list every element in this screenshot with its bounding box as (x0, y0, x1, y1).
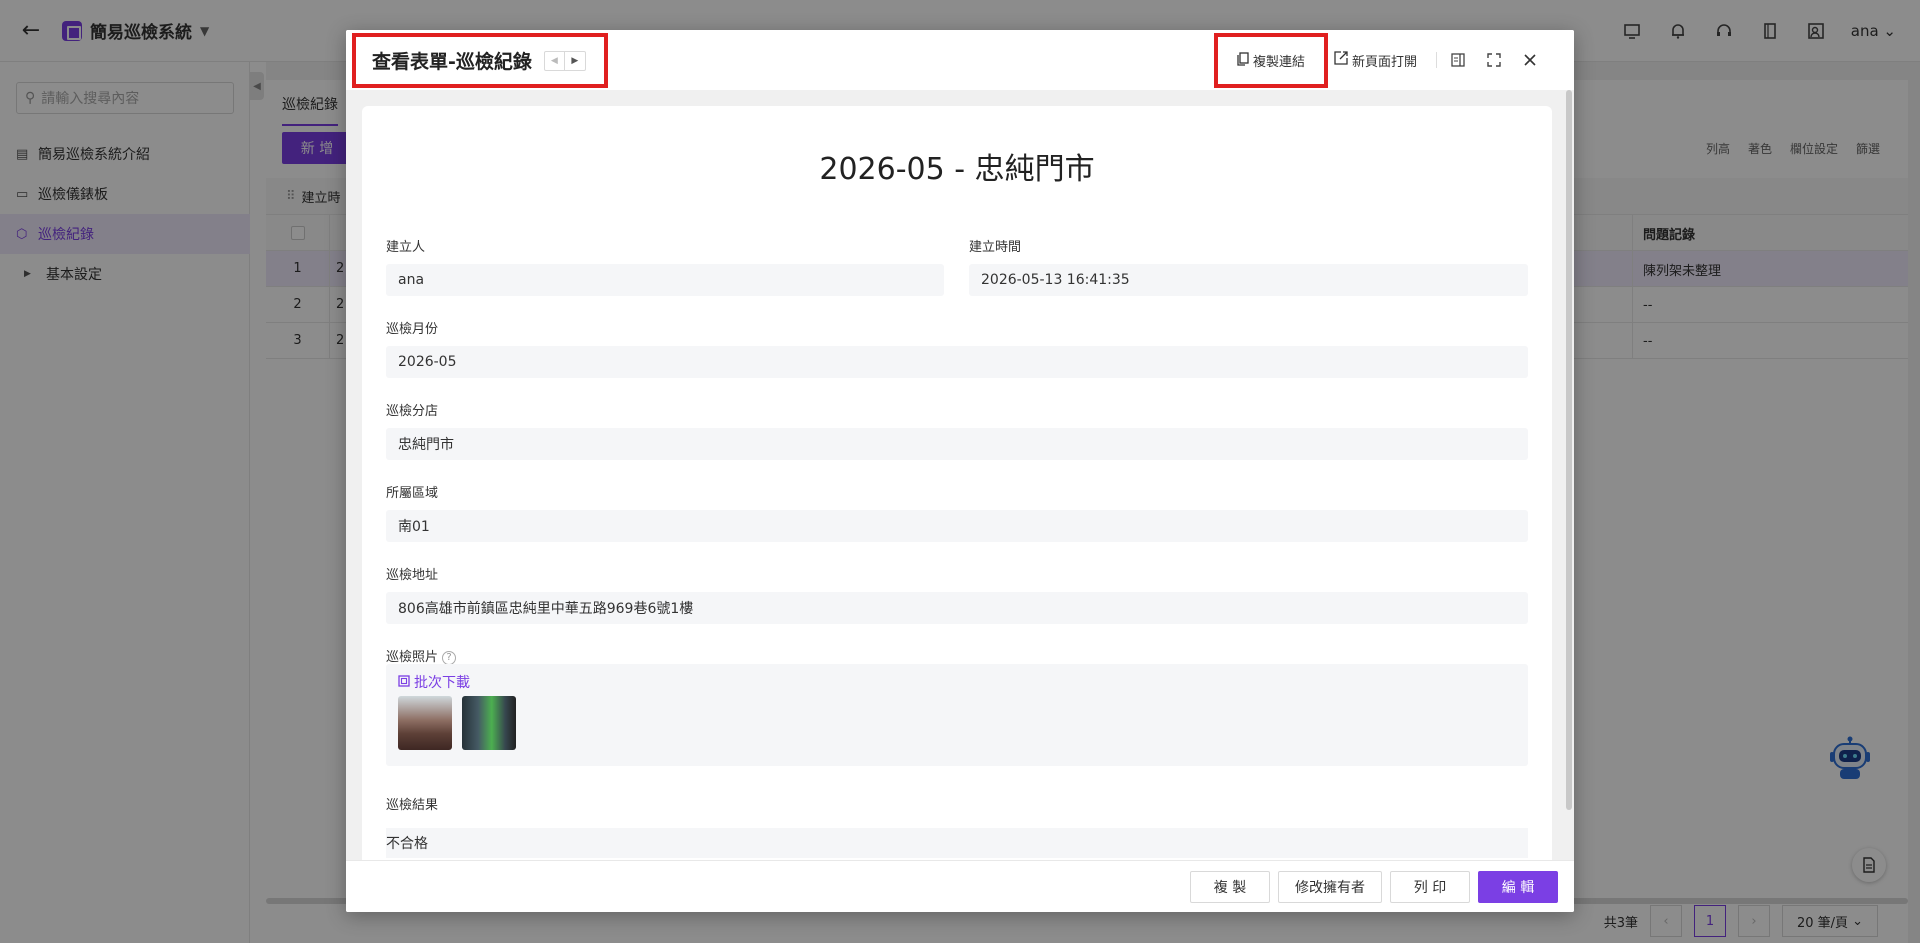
close-icon[interactable] (1518, 30, 1542, 90)
batch-download-label: 批次下載 (414, 675, 470, 691)
photos-label: 巡檢照片 (386, 650, 439, 665)
form-title: 2026-05 - 忠純門市 (819, 152, 1095, 187)
month-label: 巡檢月份 (386, 322, 439, 337)
side-panel-icon[interactable] (1446, 30, 1470, 90)
print-button[interactable]: 列 印 (1390, 871, 1470, 903)
modal-title: 查看表單-巡檢紀錄 (372, 51, 532, 73)
branch-field: 忠純門市 (386, 428, 1528, 460)
photos-label-row: 巡檢照片? (386, 646, 457, 665)
photo-thumbnail[interactable] (462, 696, 516, 750)
fullscreen-icon[interactable] (1482, 30, 1506, 90)
photo-thumbnail[interactable] (398, 696, 452, 750)
month-field: 2026-05 (386, 346, 1528, 378)
copy-button[interactable]: 複 製 (1190, 871, 1270, 903)
creator-label: 建立人 (386, 240, 426, 255)
modal-footer: 複 製 修改擁有者 列 印 編 輯 (346, 860, 1574, 912)
open-new-page-button[interactable]: 新頁面打開 (1334, 30, 1417, 90)
header-divider (1436, 52, 1437, 68)
copy-link-label: 複製連結 (1252, 55, 1305, 70)
record-nav: ◀ ▶ (543, 50, 586, 71)
region-field: 南01 (386, 510, 1528, 542)
open-new-page-label: 新頁面打開 (1352, 54, 1418, 70)
copy-link-button[interactable]: 複製連結 (1214, 33, 1328, 88)
view-form-modal: 查看表單-巡檢紀錄 ◀ ▶ 複製連結 新頁面打開 2026-05 - 忠純門市 … (346, 30, 1574, 912)
creator-field: ana (386, 264, 944, 296)
modal-title-highlight: 查看表單-巡檢紀錄 ◀ ▶ (352, 33, 608, 88)
form-card: 2026-05 - 忠純門市 建立人 ana 建立時間 2026-05-13 1… (362, 106, 1552, 860)
created-time-label: 建立時間 (969, 240, 1022, 255)
prev-record-icon[interactable]: ◀ (545, 51, 565, 70)
created-time-field: 2026-05-13 16:41:35 (969, 264, 1528, 296)
modal-scrollbar[interactable] (1566, 90, 1572, 810)
modal-header: 查看表單-巡檢紀錄 ◀ ▶ 複製連結 新頁面打開 (346, 30, 1574, 90)
address-label: 巡檢地址 (386, 568, 439, 583)
help-icon[interactable]: ? (442, 650, 457, 665)
download-icon (398, 674, 410, 690)
branch-label: 巡檢分店 (386, 404, 439, 419)
external-link-icon (1334, 51, 1348, 69)
batch-download-button[interactable]: 批次下載 (398, 672, 470, 692)
result-field: 不合格 (386, 828, 1528, 858)
change-owner-button[interactable]: 修改擁有者 (1278, 871, 1382, 903)
photo-gallery: 批次下載 (386, 664, 1528, 766)
next-record-icon[interactable]: ▶ (565, 52, 585, 70)
modal-body: 2026-05 - 忠純門市 建立人 ana 建立時間 2026-05-13 1… (346, 90, 1574, 860)
edit-button[interactable]: 編 輯 (1478, 871, 1558, 903)
copy-icon (1237, 51, 1249, 70)
result-label: 巡檢結果 (386, 798, 439, 813)
region-label: 所屬區域 (386, 486, 439, 501)
address-field: 806高雄市前鎮區忠純里中華五路969巷6號1樓 (386, 592, 1528, 624)
